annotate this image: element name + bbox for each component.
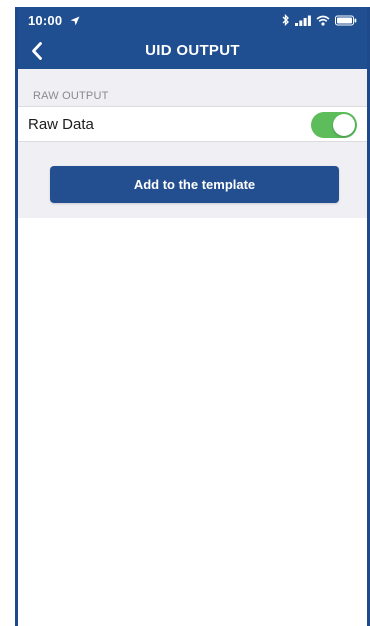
bluetooth-icon — [282, 13, 290, 31]
wifi-icon — [316, 13, 330, 31]
toggle-knob — [333, 114, 355, 136]
status-time: 10:00 — [28, 13, 63, 28]
status-bar: 10:00 — [18, 7, 367, 33]
raw-data-toggle[interactable] — [311, 112, 357, 138]
signal-icon — [295, 13, 311, 31]
section-header: RAW OUTPUT — [33, 90, 109, 102]
location-arrow-icon — [70, 14, 80, 29]
status-time-container: 10:00 — [28, 13, 80, 29]
phone-screen: 10:00 UID OUTPUT RAW OUTPUT Raw Data Add… — [15, 7, 370, 626]
raw-data-row: Raw Data — [18, 106, 367, 142]
settings-section: RAW OUTPUT Raw Data Add to the template — [18, 69, 367, 218]
raw-data-label: Raw Data — [28, 116, 94, 133]
battery-icon — [335, 13, 357, 31]
page-title: UID OUTPUT — [145, 42, 240, 59]
add-to-template-button[interactable]: Add to the template — [50, 166, 339, 203]
navigation-bar: UID OUTPUT — [18, 33, 367, 69]
status-icons — [282, 13, 357, 31]
